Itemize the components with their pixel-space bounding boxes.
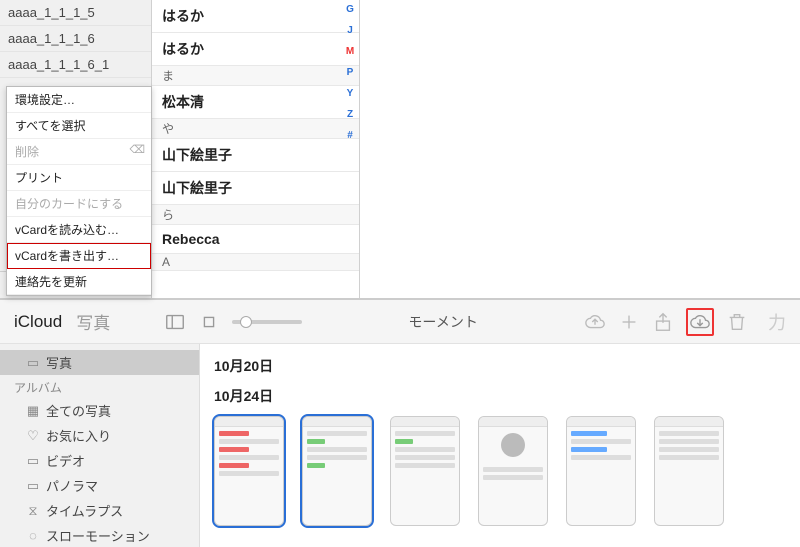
- sidebar-item-panorama[interactable]: ▭ パノラマ: [0, 473, 199, 498]
- slider-knob[interactable]: [240, 316, 252, 328]
- photo-thumbnail[interactable]: [302, 416, 372, 526]
- sidebar-label: 写真: [46, 353, 72, 372]
- photos-toolbar: iCloud 写真 モーメント: [0, 300, 800, 344]
- sidebar-albums-header: アルバム: [0, 375, 199, 398]
- panorama-icon: ▭: [26, 478, 40, 494]
- index-letter[interactable]: Z: [343, 109, 357, 120]
- sidebar-label: スローモーション: [46, 526, 150, 545]
- menu-preferences[interactable]: 環境設定…: [7, 87, 151, 113]
- sidebar-item-slowmo[interactable]: ◌ スローモーション: [0, 523, 199, 547]
- menu-delete: 削除 ⌫: [7, 139, 151, 165]
- sidebar-label: お気に入り: [46, 426, 111, 445]
- menu-make-my-card: 自分のカードにする: [7, 191, 151, 217]
- menu-import-vcard[interactable]: vCardを読み込む…: [7, 217, 151, 243]
- menu-print[interactable]: プリント: [7, 165, 151, 191]
- menu-refresh-contacts[interactable]: 連絡先を更新: [7, 269, 151, 295]
- index-letter[interactable]: #: [343, 130, 357, 141]
- zoom-out-icon[interactable]: [198, 311, 220, 333]
- date-header: 10月20日: [214, 356, 786, 376]
- contact-row[interactable]: 山下絵里子: [152, 172, 359, 205]
- sidebar-label: タイムラプス: [46, 501, 123, 520]
- slowmo-icon: ◌: [26, 528, 40, 543]
- sidebar-item-timelapse[interactable]: ⧖ タイムラプス: [0, 498, 199, 523]
- photos-app: iCloud 写真 モーメント: [0, 300, 800, 547]
- zoom-slider[interactable]: [232, 320, 302, 324]
- groups-column: aaaa_1_1_1_5 aaaa_1_1_1_6 aaaa_1_1_1_6_1…: [0, 0, 152, 298]
- settings-context-menu: 環境設定… すべてを選択 削除 ⌫ プリント 自分のカードにする vCardを読…: [6, 86, 152, 296]
- delete-shortcut: ⌫: [129, 143, 145, 156]
- index-letter[interactable]: P: [343, 67, 357, 78]
- group-item[interactable]: aaaa_1_1_1_6: [0, 26, 151, 52]
- photo-thumbnail[interactable]: [214, 416, 284, 526]
- sidebar-toggle-icon[interactable]: [164, 311, 186, 333]
- contact-row[interactable]: はるか: [152, 33, 359, 66]
- contacts-list-column: はるか はるか ま 松本清 や 山下絵里子 山下絵里子 ら Rebecca A …: [152, 0, 360, 298]
- contact-row[interactable]: 山下絵里子: [152, 139, 359, 172]
- sidebar-item-favorites[interactable]: ♡ お気に入り: [0, 423, 199, 448]
- section-header: A: [152, 254, 359, 271]
- menu-delete-label: 削除: [15, 145, 39, 159]
- photos-tab-icon: ▭: [26, 355, 40, 371]
- contact-row[interactable]: 松本清: [152, 86, 359, 119]
- upload-cloud-icon[interactable]: [584, 311, 606, 333]
- photos-sidebar: ▭ 写真 アルバム ▦ 全ての写真 ♡ お気に入り ▭ ビデオ ▭ パノラマ ⧖ タイムラ…: [0, 344, 200, 547]
- menu-export-vcard[interactable]: vCardを書き出す…: [7, 243, 151, 269]
- sidebar-item-videos[interactable]: ▭ ビデオ: [0, 448, 199, 473]
- menu-select-all[interactable]: すべてを選択: [7, 113, 151, 139]
- app-title: iCloud: [14, 312, 62, 332]
- contact-row[interactable]: はるか: [152, 0, 359, 33]
- view-mode-label[interactable]: モーメント: [314, 312, 572, 332]
- section-header: ま: [152, 66, 359, 86]
- trail-text: 力: [768, 309, 786, 335]
- toolbar-right: 力: [584, 308, 786, 336]
- group-item[interactable]: aaaa_1_1_1_5: [0, 0, 151, 26]
- app-subtitle: 写真: [76, 309, 110, 334]
- contact-row[interactable]: Rebecca: [152, 225, 359, 254]
- section-header: ら: [152, 205, 359, 225]
- grid-icon: ▦: [26, 403, 40, 419]
- heart-icon: ♡: [26, 428, 40, 444]
- photo-thumbnail[interactable]: [390, 416, 460, 526]
- sidebar-label: パノラマ: [46, 476, 98, 495]
- index-letter[interactable]: M: [343, 46, 357, 57]
- contacts-app: aaaa_1_1_1_5 aaaa_1_1_1_6 aaaa_1_1_1_6_1…: [0, 0, 800, 300]
- photo-grid: 10月20日 10月24日: [200, 344, 800, 547]
- photo-thumbnail[interactable]: [478, 416, 548, 526]
- add-icon[interactable]: [618, 311, 640, 333]
- thumbnail-row: [214, 416, 786, 526]
- index-letter[interactable]: J: [343, 25, 357, 36]
- section-header: や: [152, 119, 359, 139]
- video-icon: ▭: [26, 453, 40, 469]
- download-cloud-icon[interactable]: [689, 311, 711, 333]
- sidebar-item-all-photos[interactable]: ▦ 全ての写真: [0, 398, 199, 423]
- group-item[interactable]: aaaa_1_1_1_6_1: [0, 52, 151, 78]
- photos-body: ▭ 写真 アルバム ▦ 全ての写真 ♡ お気に入り ▭ ビデオ ▭ パノラマ ⧖ タイムラ…: [0, 344, 800, 547]
- timelapse-icon: ⧖: [26, 503, 40, 519]
- sidebar-item-photos[interactable]: ▭ 写真: [0, 350, 199, 375]
- index-letter[interactable]: Y: [343, 88, 357, 99]
- sidebar-label: 全ての写真: [46, 401, 111, 420]
- share-icon[interactable]: [652, 311, 674, 333]
- photo-thumbnail[interactable]: [654, 416, 724, 526]
- photo-thumbnail[interactable]: [566, 416, 636, 526]
- date-header: 10月24日: [214, 386, 786, 406]
- alphabet-index[interactable]: G J M P Y Z #: [343, 0, 357, 298]
- trash-icon[interactable]: [726, 311, 748, 333]
- sidebar-label: ビデオ: [46, 451, 85, 470]
- index-letter[interactable]: G: [343, 4, 357, 15]
- download-highlight-box: [686, 308, 714, 336]
